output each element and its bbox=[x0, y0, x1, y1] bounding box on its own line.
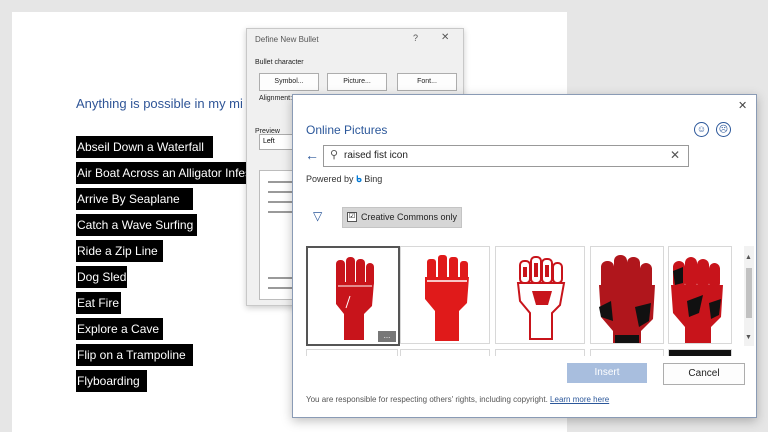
help-button[interactable]: ? bbox=[413, 33, 418, 43]
bullet-item: Ride a Zip Line bbox=[76, 240, 163, 262]
search-input[interactable]: ⚲ raised fist icon ✕ bbox=[323, 145, 689, 167]
creative-commons-filter[interactable]: ☑ Creative Commons only bbox=[342, 207, 462, 228]
symbol-button[interactable]: Symbol... bbox=[259, 73, 319, 91]
bullet-item: Flip on a Trampoline bbox=[76, 344, 193, 366]
insert-button[interactable]: Insert bbox=[567, 363, 647, 383]
bing-label: Bing bbox=[364, 174, 383, 184]
document-heading: Anything is possible in my mi bbox=[76, 96, 243, 111]
image-result[interactable] bbox=[400, 246, 490, 344]
smiley-icon[interactable]: ☺ bbox=[694, 122, 709, 137]
bullet-item: Arrive By Seaplane bbox=[76, 188, 193, 210]
preview-label: Preview bbox=[255, 128, 280, 135]
image-result[interactable] bbox=[590, 246, 664, 344]
search-icon: ⚲ bbox=[330, 149, 339, 161]
bullet-character-label: Bullet character bbox=[255, 59, 304, 66]
bing-logo-icon: ᑲ bbox=[356, 174, 362, 184]
image-result[interactable] bbox=[306, 349, 398, 356]
image-result[interactable] bbox=[495, 349, 585, 356]
image-result[interactable] bbox=[495, 246, 585, 344]
learn-more-link[interactable]: Learn more here bbox=[550, 395, 609, 404]
alignment-label: Alignment: bbox=[259, 95, 293, 102]
clear-search-icon[interactable]: ✕ bbox=[670, 148, 680, 162]
scroll-down-icon[interactable]: ▼ bbox=[745, 334, 752, 341]
dialog-title: Online Pictures bbox=[306, 123, 388, 137]
close-button[interactable]: ✕ bbox=[441, 32, 449, 43]
arrow-left-icon[interactable]: ← bbox=[305, 147, 319, 163]
search-value: raised fist icon bbox=[344, 150, 408, 161]
raised-fist-image bbox=[336, 257, 374, 340]
raised-fist-image bbox=[425, 255, 469, 341]
results-scrollbar[interactable]: ▲ ▼ bbox=[744, 246, 754, 346]
more-options-button[interactable]: ... bbox=[378, 331, 396, 342]
cancel-button[interactable]: Cancel bbox=[663, 363, 745, 385]
copyright-text: You are responsible for respecting other… bbox=[306, 395, 548, 404]
checkbox[interactable]: ☑ bbox=[347, 212, 357, 222]
powered-by-label: Powered by bbox=[306, 174, 354, 184]
bullet-item: Catch a Wave Surfing bbox=[76, 214, 197, 236]
image-result[interactable] bbox=[400, 349, 490, 356]
font-button[interactable]: Font... bbox=[397, 73, 457, 91]
dialog-title: Define New Bullet bbox=[255, 35, 319, 44]
image-result[interactable] bbox=[668, 349, 732, 356]
powered-by: Powered by ᑲ Bing bbox=[306, 174, 382, 185]
raised-fist-image bbox=[516, 256, 566, 340]
image-result[interactable] bbox=[668, 246, 732, 344]
online-pictures-dialog: ✕ Online Pictures ☺ ☹ ← ⚲ raised fist ic… bbox=[292, 94, 757, 418]
copyright-notice: You are responsible for respecting other… bbox=[306, 395, 609, 404]
scroll-up-icon[interactable]: ▲ bbox=[745, 254, 752, 261]
frown-icon[interactable]: ☹ bbox=[716, 122, 731, 137]
bullet-item: Dog Sled bbox=[76, 266, 127, 288]
raised-fist-image bbox=[599, 255, 655, 343]
creative-commons-label: Creative Commons only bbox=[361, 212, 458, 222]
filter-icon[interactable]: ▽ bbox=[313, 209, 322, 223]
image-result[interactable] bbox=[590, 349, 664, 356]
scrollbar-thumb[interactable] bbox=[746, 268, 752, 318]
image-result[interactable]: ... bbox=[306, 246, 400, 346]
raised-fist-image bbox=[671, 257, 723, 343]
bullet-item: Air Boat Across an Alligator Infest bbox=[76, 162, 253, 184]
close-button[interactable]: ✕ bbox=[738, 99, 747, 112]
bullet-item: Abseil Down a Waterfall bbox=[76, 136, 213, 158]
bullet-item: Eat Fire bbox=[76, 292, 121, 314]
picture-button[interactable]: Picture... bbox=[327, 73, 387, 91]
bullet-item: Explore a Cave bbox=[76, 318, 163, 340]
bullet-item: Flyboarding bbox=[76, 370, 147, 392]
